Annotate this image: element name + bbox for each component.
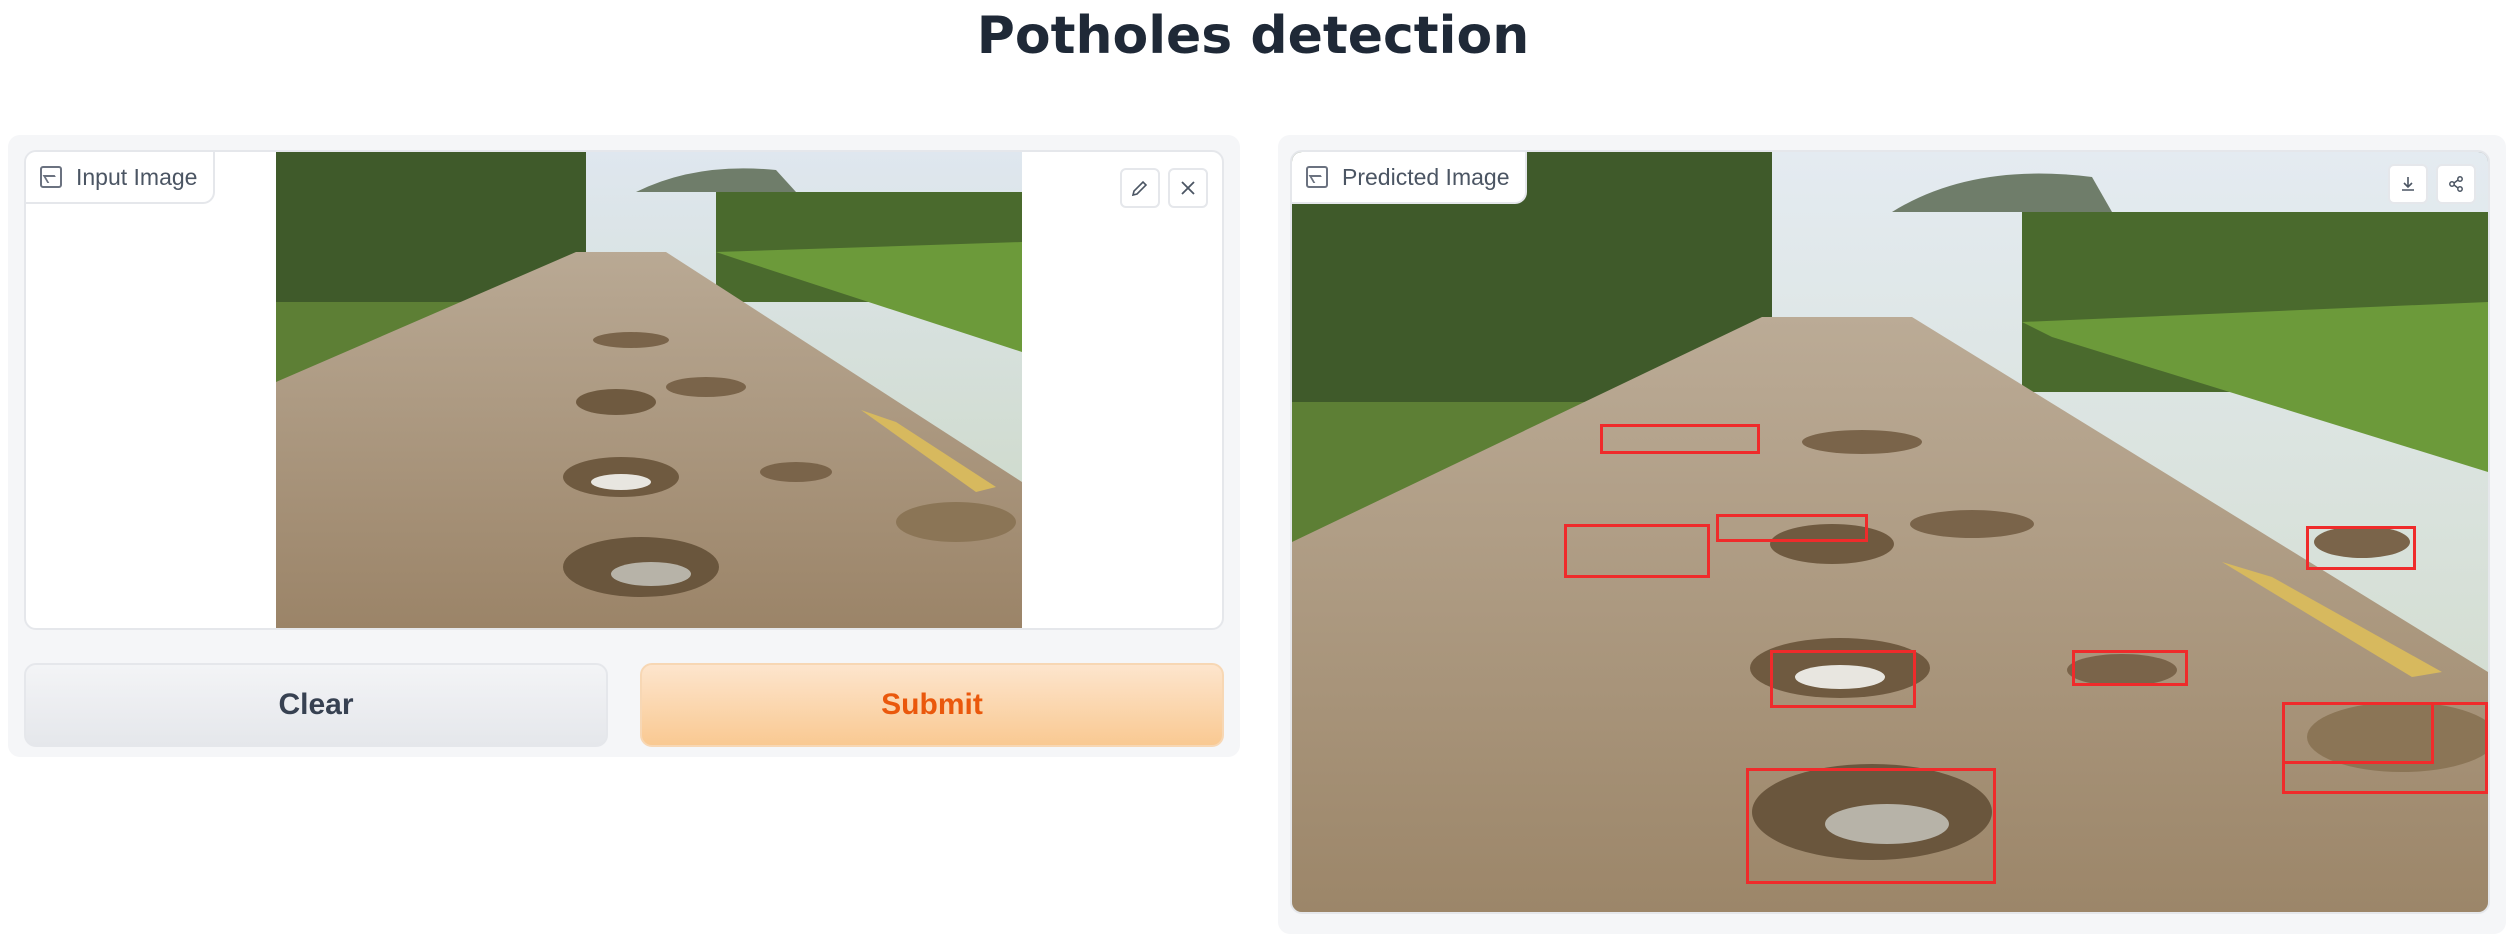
input-image-label: Input Image — [76, 163, 198, 190]
input-image — [276, 152, 1022, 628]
input-panel: Input Image Clear Submit — [8, 135, 1240, 757]
input-image-upload[interactable]: Input Image — [24, 150, 1224, 630]
predicted-image-label: Predicted Image — [1342, 163, 1510, 190]
output-panel: Predicted Image — [1278, 135, 2506, 934]
pencil-icon[interactable] — [1120, 168, 1160, 208]
detection-box — [1564, 524, 1710, 578]
detection-box — [1716, 514, 1868, 542]
page-title: Potholes detection — [976, 6, 1530, 66]
predicted-image-label-chip: Predicted Image — [1292, 152, 1528, 204]
image-icon — [40, 166, 62, 188]
detection-box — [2072, 650, 2188, 686]
detection-box — [1770, 650, 1916, 708]
detection-box — [1746, 768, 1996, 884]
predicted-image — [1292, 152, 2488, 912]
input-image-label-chip: Input Image — [26, 152, 216, 204]
submit-button[interactable]: Submit — [640, 663, 1224, 747]
share-icon[interactable] — [2436, 164, 2476, 204]
predicted-image-container: Predicted Image — [1290, 150, 2490, 914]
detection-box — [2306, 526, 2416, 570]
close-icon[interactable] — [1168, 168, 1208, 208]
clear-button[interactable]: Clear — [24, 663, 608, 747]
detection-box — [1600, 424, 1760, 454]
image-icon — [1306, 166, 1328, 188]
download-icon[interactable] — [2388, 164, 2428, 204]
detection-box — [2282, 702, 2488, 794]
